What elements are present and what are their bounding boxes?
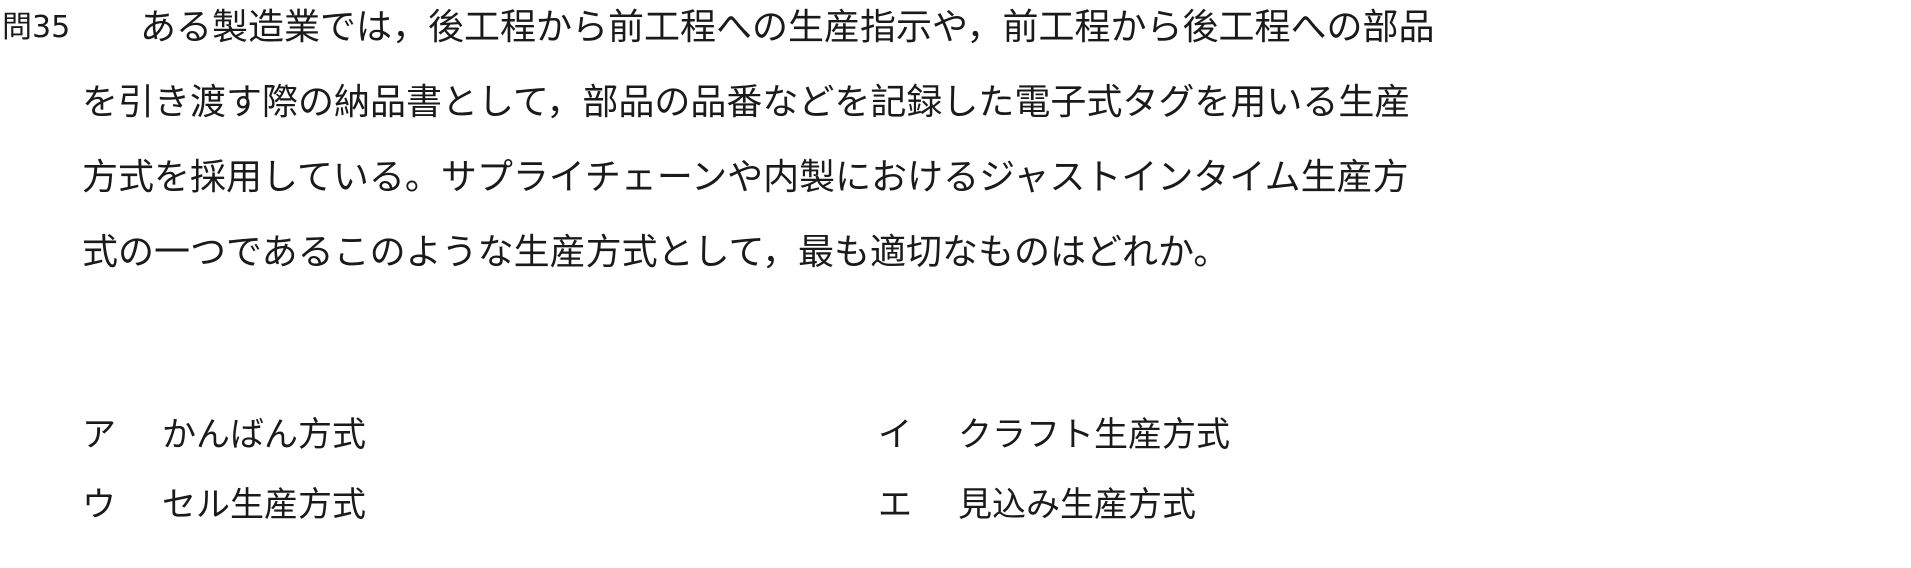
- exam-question-page: 問35 ある製造業では，後工程から前工程への生産指示や，前工程から後工程への部品…: [0, 0, 1911, 568]
- choice-e: エ 見込み生産方式: [878, 483, 1196, 527]
- choice-i-text: クラフト生産方式: [958, 415, 1230, 455]
- choice-i-mark: イ: [878, 415, 912, 455]
- choice-a: ア かんばん方式: [82, 413, 366, 457]
- choice-u-text: セル生産方式: [162, 485, 366, 525]
- choice-e-mark: エ: [878, 485, 912, 525]
- question-stem: ある製造業では，後工程から前工程への生産指示や，前工程から後工程への部品 を引き…: [82, 6, 1682, 306]
- question-line-1: ある製造業では，後工程から前工程への生産指示や，前工程から後工程への部品: [140, 7, 1435, 48]
- question-line-4: 式の一つであるこのような生産方式として，最も適切なものはどれか。: [82, 232, 1230, 273]
- choice-u: ウ セル生産方式: [82, 483, 366, 527]
- choice-u-mark: ウ: [82, 485, 116, 525]
- choice-e-text: 見込み生産方式: [958, 485, 1196, 525]
- choice-i: イ クラフト生産方式: [878, 413, 1230, 457]
- choice-a-text: かんばん方式: [162, 415, 366, 455]
- question-line-2: を引き渡す際の納品書として，部品の品番などを記録した電子式タグを用いる生産: [82, 82, 1411, 123]
- question-number: 問35: [2, 10, 71, 45]
- choice-a-mark: ア: [82, 415, 116, 455]
- answer-choices: ア かんばん方式 イ クラフト生産方式 ウ セル生産方式 エ 見込み生産方式: [82, 413, 1482, 553]
- question-line-3: 方式を採用している。サプライチェーンや内製におけるジャストインタイム生産方: [82, 157, 1409, 198]
